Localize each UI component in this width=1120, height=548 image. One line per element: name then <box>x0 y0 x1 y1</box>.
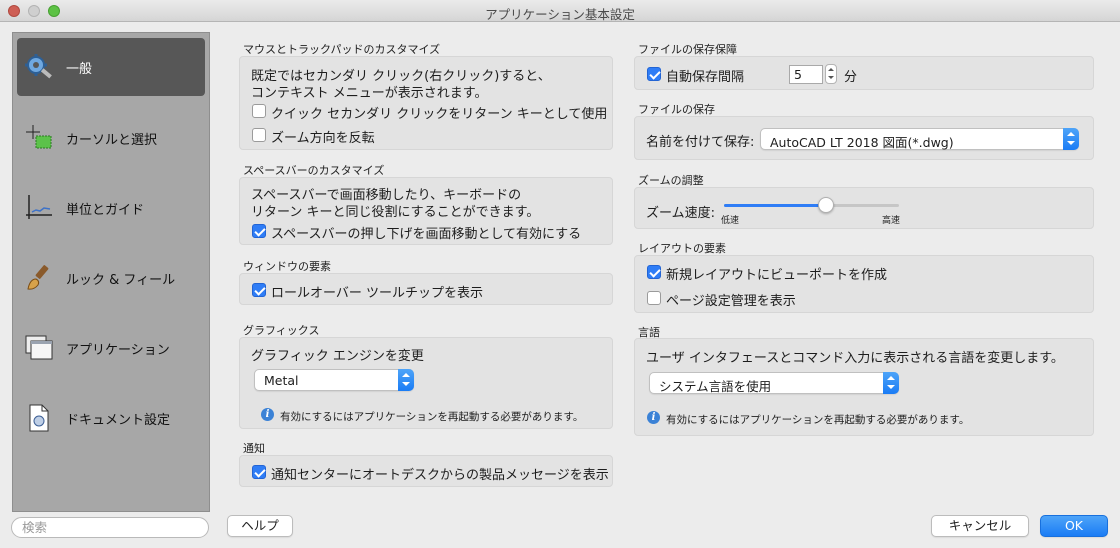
rollover-tooltip-label: ロールオーバー ツールチップを表示 <box>271 286 484 301</box>
save-as-label: 名前を付けて保存: <box>646 135 755 150</box>
product-message-checkbox[interactable] <box>252 465 266 479</box>
select-arrows-icon <box>1063 128 1079 150</box>
zoom-low-label: 低速 <box>721 216 740 226</box>
windows-icon <box>22 331 56 365</box>
ok-button[interactable]: OK <box>1040 515 1108 537</box>
section-title-spacebar: スペースバーのカスタマイズ <box>243 164 385 177</box>
cursor-select-icon <box>22 121 56 155</box>
zoom-group: ズーム速度: 低速 高速 <box>634 187 1094 229</box>
graphics-engine-select[interactable]: Metal <box>254 369 414 391</box>
document-icon <box>22 401 56 435</box>
reverse-zoom-checkbox[interactable] <box>252 128 266 142</box>
section-title-zoom: ズームの調整 <box>638 174 704 187</box>
sidebar-item-label: 一般 <box>66 61 93 77</box>
section-title-graphics: グラフィックス <box>243 324 320 337</box>
quick-secondary-click-label: クイック セカンダリ クリックをリターン キーとして使用 <box>271 107 608 122</box>
select-arrows-icon <box>883 372 899 394</box>
rollover-tooltip-checkbox[interactable] <box>252 283 266 297</box>
window-elements-group: ロールオーバー ツールチップを表示 <box>239 273 613 305</box>
paintbrush-icon <box>22 261 56 295</box>
autosave-interval-stepper[interactable] <box>825 64 837 84</box>
graphics-desc: グラフィック エンジンを変更 <box>251 349 424 364</box>
select-arrows-icon <box>398 369 414 391</box>
section-title-mouse: マウスとトラックパッドのカスタマイズ <box>243 43 441 56</box>
autosave-interval-input[interactable]: 5 <box>789 65 823 84</box>
zoom-slider-fill <box>724 204 826 207</box>
page-setup-manager-checkbox[interactable] <box>647 291 661 305</box>
language-desc: ユーザ インタフェースとコマンド入力に表示される言語を変更します。 <box>646 351 1064 366</box>
info-icon: i <box>261 408 274 421</box>
zoom-high-label: 高速 <box>882 216 901 226</box>
sidebar-item-label: 単位とガイド <box>66 202 145 218</box>
product-message-label: 通知センターにオートデスクからの製品メッセージを表示 <box>271 468 609 483</box>
mouse-desc-line2: コンテキスト メニューが表示されます。 <box>251 86 488 101</box>
sidebar-item-document[interactable]: ドキュメント設定 <box>17 389 205 447</box>
autosave-group: 自動保存間隔 5 分 <box>634 56 1094 90</box>
layout-group: 新規レイアウトにビューポートを作成 ページ設定管理を表示 <box>634 255 1094 313</box>
reverse-zoom-label: ズーム方向を反転 <box>271 131 375 146</box>
window-title: アプリケーション基本設定 <box>485 7 635 22</box>
sidebar-item-label: ルック & フィール <box>66 272 176 288</box>
language-value: システム言語を使用 <box>659 379 772 394</box>
section-title-layout: レイアウトの要素 <box>638 242 726 255</box>
sidebar-item-application[interactable]: アプリケーション <box>17 319 205 377</box>
spacebar-desc-line2: リターン キーと同じ役割にすることができます。 <box>251 205 540 220</box>
zoom-speed-label: ズーム速度: <box>646 206 715 221</box>
section-title-notify: 通知 <box>243 442 265 455</box>
save-as-format-value: AutoCAD LT 2018 図面(*.dwg) <box>770 135 954 150</box>
language-restart-note: 有効にするにはアプリケーションを再起動する必要があります。 <box>666 414 970 426</box>
spacebar-pan-label: スペースバーの押し下げを画面移動として有効にする <box>271 227 582 242</box>
quick-secondary-click-checkbox[interactable] <box>252 104 266 118</box>
sidebar-item-look-feel[interactable]: ルック & フィール <box>17 249 205 307</box>
zoom-slider-knob[interactable] <box>817 197 834 213</box>
mouse-group: 既定ではセカンダリ クリック(右クリック)すると、 コンテキスト メニューが表示… <box>239 56 613 150</box>
title-bar: アプリケーション基本設定 <box>0 0 1120 22</box>
create-viewport-checkbox[interactable] <box>647 265 661 279</box>
info-icon: i <box>647 411 660 424</box>
spacebar-group: スペースバーで画面移動したり、キーボードの リターン キーと同じ役割にすることが… <box>239 177 613 245</box>
create-viewport-label: 新規レイアウトにビューポートを作成 <box>666 268 888 283</box>
graphics-group: グラフィック エンジンを変更 Metal i 有効にするにはアプリケーションを再… <box>239 337 613 429</box>
sidebar-item-label: アプリケーション <box>66 342 170 358</box>
sidebar-item-units[interactable]: 単位とガイド <box>17 179 205 237</box>
cancel-button[interactable]: キャンセル <box>931 515 1029 537</box>
gear-wrench-icon <box>22 50 56 84</box>
section-title-autosave: ファイルの保存保障 <box>638 43 737 56</box>
section-title-filesave: ファイルの保存 <box>638 103 715 116</box>
search-input[interactable]: 検索 <box>11 517 209 538</box>
graphics-restart-note: 有効にするにはアプリケーションを再起動する必要があります。 <box>280 411 584 423</box>
autosave-label: 自動保存間隔 <box>666 70 745 85</box>
page-setup-manager-label: ページ設定管理を表示 <box>666 294 796 309</box>
sidebar-item-label: ドキュメント設定 <box>66 412 171 428</box>
sidebar-item-label: カーソルと選択 <box>66 132 158 148</box>
help-button[interactable]: ヘルプ <box>227 515 293 537</box>
section-title-window-elements: ウィンドウの要素 <box>243 260 331 273</box>
filesave-group: 名前を付けて保存: AutoCAD LT 2018 図面(*.dwg) <box>634 116 1094 160</box>
autosave-checkbox[interactable] <box>647 67 661 81</box>
sidebar-item-general[interactable]: 一般 <box>17 38 205 96</box>
spacebar-pan-checkbox[interactable] <box>252 224 266 238</box>
autosave-unit: 分 <box>844 70 858 85</box>
language-select[interactable]: システム言語を使用 <box>649 372 899 394</box>
notify-group: 通知センターにオートデスクからの製品メッセージを表示 <box>239 455 613 487</box>
sidebar: 一般 カーソルと選択 単位とガイド ルック & フィール アプリケーション ドキ… <box>12 32 210 512</box>
save-as-format-select[interactable]: AutoCAD LT 2018 図面(*.dwg) <box>760 128 1079 150</box>
sidebar-item-cursor[interactable]: カーソルと選択 <box>17 109 205 167</box>
graphics-engine-value: Metal <box>264 373 299 388</box>
language-group: ユーザ インタフェースとコマンド入力に表示される言語を変更します。 システム言語… <box>634 338 1094 436</box>
zoom-speed-slider[interactable] <box>724 197 899 213</box>
units-guide-icon <box>22 191 56 225</box>
